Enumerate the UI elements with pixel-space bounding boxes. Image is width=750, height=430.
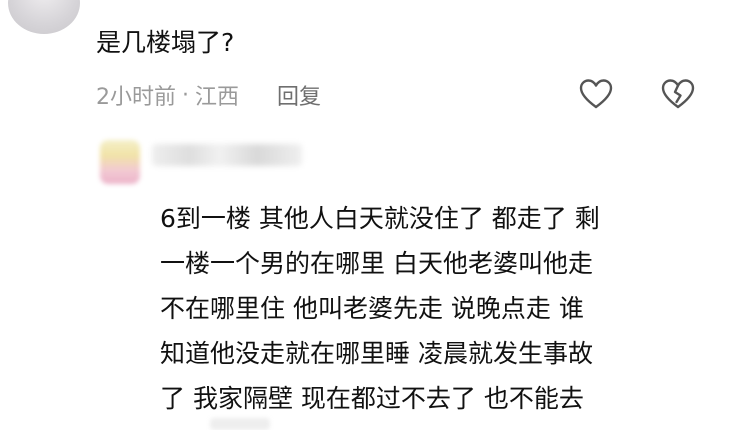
comment-meta: 2小时前 · 江西 回复 [96,78,321,112]
comment-time: 2小时前 [96,85,176,110]
reply-line: 不在哪里住 他叫老婆先走 说晚点走 谁 [160,294,584,323]
reply-text: 6到一楼 其他人白天就没住了 都走了 剩 一楼一个男的在哪里 白天他老婆叫他走 … [160,196,740,421]
reply-button[interactable]: 回复 [277,79,321,111]
comment-text: 是几楼塌了? [96,28,235,57]
broken-heart-icon [661,79,695,109]
meta-separator: · [182,82,189,108]
reply-username-blurred[interactable] [152,144,302,166]
comment-location: 江西 [195,85,240,110]
like-button[interactable] [578,76,614,112]
reply-line: 知道他没走就在哪里睡 凌晨就发生事故 [160,339,593,368]
heart-outline-icon [579,79,613,109]
reply-avatar[interactable] [100,140,140,184]
next-item-blurred [210,418,270,430]
reply-line: 了 我家隔壁 现在都过不去了 也不能去 [160,384,584,413]
reply-line: 6到一楼 其他人白天就没住了 都走了 剩 [160,204,600,233]
dislike-button[interactable] [660,76,696,112]
commenter-avatar[interactable] [8,0,80,34]
reply-line: 一楼一个男的在哪里 白天他老婆叫他走 [160,249,593,278]
